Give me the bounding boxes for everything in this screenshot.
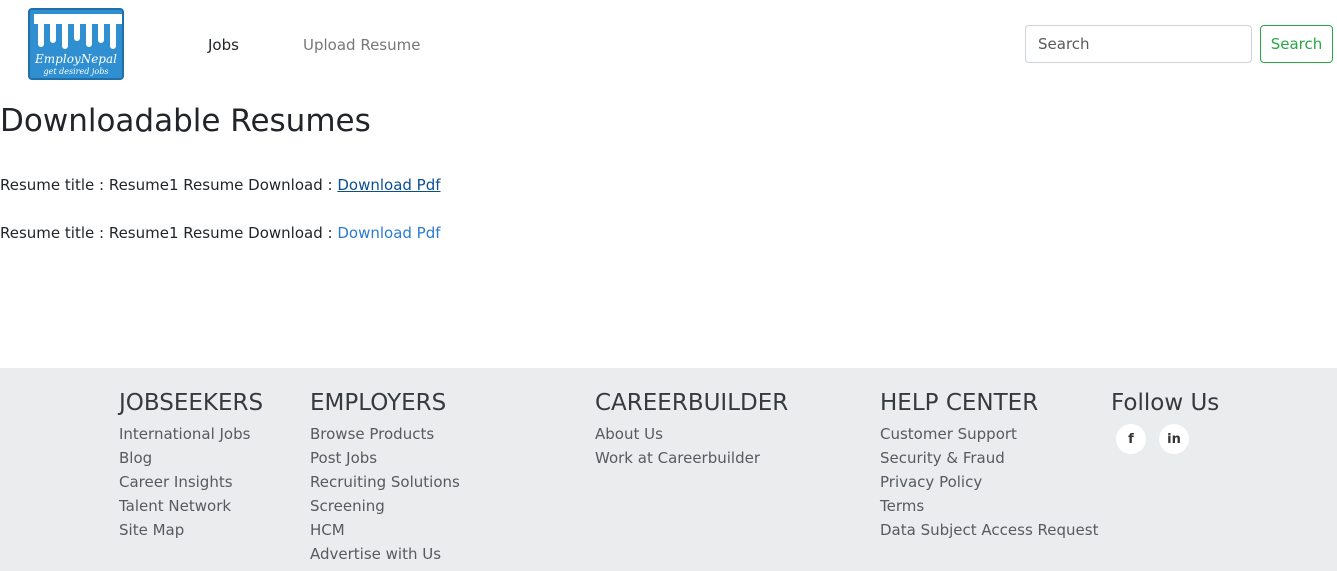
footer-link-data-subject-request[interactable]: Data Subject Access Request [880, 518, 1098, 542]
footer-link-recruiting-solutions[interactable]: Recruiting Solutions [310, 470, 460, 494]
navbar: EmployNepal get desired jobs Jobs Upload… [0, 0, 1337, 90]
search-button[interactable]: Search [1260, 25, 1333, 63]
footer-link-work-at-careerbuilder[interactable]: Work at Careerbuilder [595, 446, 788, 470]
footer-link-career-insights[interactable]: Career Insights [119, 470, 263, 494]
resume-row: Resume title : Resume1 Resume Download :… [0, 176, 441, 194]
page-title: Downloadable Resumes [0, 103, 371, 139]
footer-link-hcm[interactable]: HCM [310, 518, 460, 542]
nav-upload-resume-link[interactable]: Upload Resume [303, 36, 420, 54]
footer-link-talent-network[interactable]: Talent Network [119, 494, 263, 518]
footer-link-security-fraud[interactable]: Security & Fraud [880, 446, 1098, 470]
download-pdf-link[interactable]: Download Pdf [337, 224, 440, 242]
footer-link-international-jobs[interactable]: International Jobs [119, 422, 263, 446]
resume-row-text: Resume title : Resume1 Resume Download : [0, 176, 338, 194]
footer-link-about-us[interactable]: About Us [595, 422, 788, 446]
footer-employers-heading: EMPLOYERS [310, 390, 447, 416]
footer-link-site-map[interactable]: Site Map [119, 518, 263, 542]
footer-link-blog[interactable]: Blog [119, 446, 263, 470]
logo-drip-graphic [34, 14, 122, 49]
footer-employers-column: EMPLOYERS Browse Products Post Jobs Recr… [310, 390, 460, 566]
resume-row: Resume title : Resume1 Resume Download :… [0, 224, 441, 242]
resume-row-text: Resume title : Resume1 Resume Download : [0, 224, 338, 242]
footer-follow-heading: Follow Us [1111, 390, 1220, 416]
linkedin-icon[interactable]: in [1159, 424, 1189, 454]
footer-link-customer-support[interactable]: Customer Support [880, 422, 1098, 446]
footer: JOBSEEKERS International Jobs Blog Caree… [0, 368, 1337, 571]
footer-follow-column: Follow Us [1111, 390, 1219, 422]
logo-brand-name: EmployNepal [35, 52, 117, 66]
footer-jobseekers-heading: JOBSEEKERS [119, 390, 264, 416]
download-pdf-link[interactable]: Download Pdf [337, 176, 440, 194]
footer-jobseekers-column: JOBSEEKERS International Jobs Blog Caree… [119, 390, 263, 542]
footer-careerbuilder-heading: CAREERBUILDER [595, 390, 789, 416]
footer-link-browse-products[interactable]: Browse Products [310, 422, 460, 446]
footer-link-terms[interactable]: Terms [880, 494, 1098, 518]
nav-jobs-link[interactable]: Jobs [208, 36, 239, 54]
facebook-icon[interactable]: f [1116, 424, 1146, 454]
search-input[interactable] [1025, 25, 1252, 63]
footer-link-advertise[interactable]: Advertise with Us [310, 542, 460, 566]
footer-link-post-jobs[interactable]: Post Jobs [310, 446, 460, 470]
footer-help-center-heading: HELP CENTER [880, 390, 1039, 416]
logo-tagline: get desired jobs [43, 67, 109, 76]
logo[interactable]: EmployNepal get desired jobs [28, 8, 124, 80]
footer-link-privacy-policy[interactable]: Privacy Policy [880, 470, 1098, 494]
footer-link-screening[interactable]: Screening [310, 494, 460, 518]
footer-careerbuilder-column: CAREERBUILDER About Us Work at Careerbui… [595, 390, 788, 470]
footer-help-center-column: HELP CENTER Customer Support Security & … [880, 390, 1098, 542]
